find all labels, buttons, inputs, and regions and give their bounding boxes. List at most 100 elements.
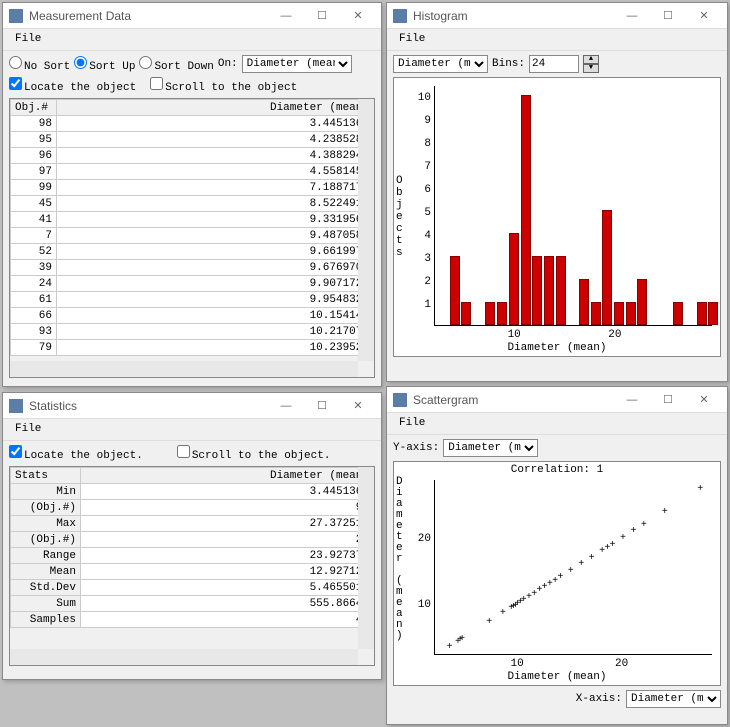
value-cell: 9.9548328 <box>57 292 374 308</box>
table-row[interactable]: 7910.239523 <box>11 340 374 356</box>
table-row[interactable]: 399.6769705 <box>11 260 374 276</box>
variable-select[interactable]: Diameter (me <box>393 55 488 73</box>
measurement-table-container: Obj.# Diameter (mean) 983.4451368954.238… <box>9 98 375 378</box>
table-row[interactable]: 954.2385287 <box>11 132 374 148</box>
close-button[interactable]: ✕ <box>341 6 375 26</box>
table-row[interactable]: 997.1887174 <box>11 180 374 196</box>
histogram-titlebar[interactable]: Histogram — ☐ ✕ <box>387 3 727 29</box>
yaxis-label: Y-axis: <box>393 442 439 454</box>
stat-label-cell: (Obj.#) <box>11 532 81 548</box>
minimize-button[interactable]: — <box>269 396 303 416</box>
file-menu[interactable]: File <box>9 31 47 47</box>
scatter-title: Scattergram <box>413 393 615 407</box>
scatter-point: + <box>500 609 506 619</box>
scatter-point: + <box>557 573 563 583</box>
measurement-menubar: File <box>3 29 381 51</box>
histogram-bar <box>461 302 471 325</box>
minimize-button[interactable]: — <box>615 390 649 410</box>
histogram-bar <box>602 210 612 325</box>
statistics-titlebar[interactable]: Statistics — ☐ ✕ <box>3 393 381 419</box>
close-button[interactable]: ✕ <box>687 390 721 410</box>
table-row[interactable]: Range23.927378 <box>11 548 374 564</box>
histogram-bar <box>544 256 554 325</box>
sort-none-radio[interactable]: No Sort <box>9 56 70 73</box>
vertical-scrollbar[interactable] <box>358 467 374 649</box>
sort-up-radio[interactable]: Sort Up <box>74 56 135 73</box>
value-cell: 4.2385287 <box>57 132 374 148</box>
table-row[interactable]: 9310.217079 <box>11 324 374 340</box>
scatter-titlebar[interactable]: Scattergram — ☐ ✕ <box>387 387 727 413</box>
col-diameter[interactable]: Diameter (mean) <box>57 100 374 116</box>
table-row[interactable]: Std.Dev5.4655018 <box>11 580 374 596</box>
scrollto-checkbox[interactable]: Scroll to the object <box>150 77 297 94</box>
table-row[interactable]: 249.9071722 <box>11 276 374 292</box>
locate-checkbox[interactable]: Locate the object <box>9 77 136 94</box>
maximize-button[interactable]: ☐ <box>305 396 339 416</box>
obj-cell: 45 <box>11 196 57 212</box>
on-select[interactable]: Diameter (mean) <box>242 55 352 73</box>
stat-value-cell: 27.372515 <box>81 516 374 532</box>
table-row[interactable]: 974.5581455 <box>11 164 374 180</box>
table-row[interactable]: 964.3882947 <box>11 148 374 164</box>
table-row[interactable]: (Obj.#)98 <box>11 500 374 516</box>
table-row[interactable]: Samples43 <box>11 612 374 628</box>
y-tick: 10 <box>413 92 431 104</box>
horizontal-scrollbar[interactable] <box>10 649 358 665</box>
table-row[interactable]: 983.4451368 <box>11 116 374 132</box>
stat-label-cell: Samples <box>11 612 81 628</box>
maximize-button[interactable]: ☐ <box>651 6 685 26</box>
histogram-bar <box>556 256 566 325</box>
scatter-menubar: File <box>387 413 727 435</box>
scatter-point: + <box>662 508 668 518</box>
x-tick: 20 <box>608 329 621 341</box>
histogram-bar <box>579 279 589 325</box>
file-menu[interactable]: File <box>393 415 431 431</box>
stat-label-cell: Max <box>11 516 81 532</box>
table-row[interactable]: 529.6619978 <box>11 244 374 260</box>
col-stats[interactable]: Stats <box>11 468 81 484</box>
histogram-chart: Objects 123456789101020 Diameter (mean) <box>393 77 721 357</box>
xaxis-select[interactable]: Diameter (me <box>626 690 721 708</box>
close-button[interactable]: ✕ <box>687 6 721 26</box>
file-menu[interactable]: File <box>9 421 47 437</box>
maximize-button[interactable]: ☐ <box>305 6 339 26</box>
stat-value-cell: 3.4451368 <box>81 484 374 500</box>
measurement-table: Obj.# Diameter (mean) 983.4451368954.238… <box>10 99 374 356</box>
value-cell: 9.3319569 <box>57 212 374 228</box>
bins-input[interactable] <box>529 55 579 73</box>
obj-cell: 61 <box>11 292 57 308</box>
scrollto-checkbox[interactable]: Scroll to the object. <box>177 445 331 462</box>
table-row[interactable]: Sum555.86646 <box>11 596 374 612</box>
table-row[interactable]: 458.5224915 <box>11 196 374 212</box>
bins-down-button[interactable]: ▼ <box>583 64 599 73</box>
measurement-titlebar[interactable]: Measurement Data — ☐ ✕ <box>3 3 381 29</box>
stat-value-cell: 43 <box>81 612 374 628</box>
table-row[interactable]: Max27.372515 <box>11 516 374 532</box>
table-row[interactable]: 419.3319569 <box>11 212 374 228</box>
locate-checkbox[interactable]: Locate the object. <box>9 445 143 462</box>
statistics-menubar: File <box>3 419 381 441</box>
bins-up-button[interactable]: ▲ <box>583 55 599 64</box>
histogram-menubar: File <box>387 29 727 51</box>
maximize-button[interactable]: ☐ <box>651 390 685 410</box>
minimize-button[interactable]: — <box>615 6 649 26</box>
yaxis-select[interactable]: Diameter (me <box>443 439 538 457</box>
table-row[interactable]: Min3.4451368 <box>11 484 374 500</box>
vertical-scrollbar[interactable] <box>358 99 374 361</box>
statistics-title: Statistics <box>29 399 269 413</box>
col-obj[interactable]: Obj.# <box>11 100 57 116</box>
correlation-text: Correlation: 1 <box>394 464 720 476</box>
col-diameter[interactable]: Diameter (mean) <box>81 468 374 484</box>
close-button[interactable]: ✕ <box>341 396 375 416</box>
table-row[interactable]: 79.4870586 <box>11 228 374 244</box>
minimize-button[interactable]: — <box>269 6 303 26</box>
table-row[interactable]: Mean12.927127 <box>11 564 374 580</box>
table-row[interactable]: (Obj.#)22 <box>11 532 374 548</box>
horizontal-scrollbar[interactable] <box>10 361 358 377</box>
table-row[interactable]: 619.9548328 <box>11 292 374 308</box>
file-menu[interactable]: File <box>393 31 431 47</box>
sort-down-radio[interactable]: Sort Down <box>139 56 213 73</box>
obj-cell: 66 <box>11 308 57 324</box>
bins-label: Bins: <box>492 58 525 70</box>
table-row[interactable]: 6610.154148 <box>11 308 374 324</box>
